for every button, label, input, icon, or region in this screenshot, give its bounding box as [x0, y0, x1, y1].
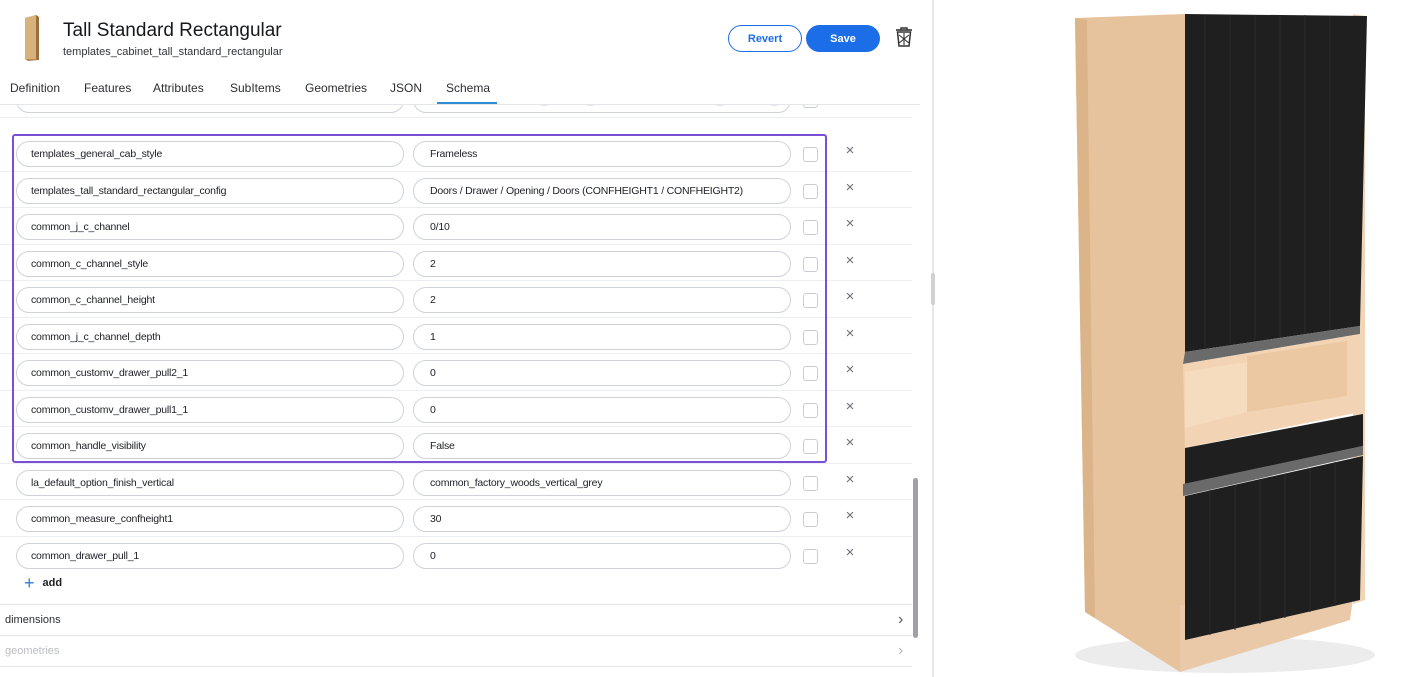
add-button[interactable]: + add: [24, 573, 62, 593]
table-row: common_drawer_pull_1 0 ×: [0, 537, 912, 574]
close-icon[interactable]: ×: [843, 252, 857, 269]
close-icon[interactable]: ×: [843, 471, 857, 488]
tab-bar: Definition Features Attributes SubItems …: [0, 70, 920, 105]
row-checkbox[interactable]: [803, 256, 818, 272]
close-icon[interactable]: ×: [843, 143, 857, 159]
row-checkbox[interactable]: [803, 105, 818, 108]
value-field[interactable]: common_factory_woods_vertical_grey: [413, 469, 791, 496]
revert-button[interactable]: Revert: [728, 25, 802, 52]
value-field[interactable]: @@#CONFIGURATION_SWITCH_CODE#[@@#TEMPLAT…: [413, 105, 791, 113]
table-row: configuration @@#CONFIGURATION_SWITCH_CO…: [0, 105, 912, 118]
save-button[interactable]: Save: [806, 25, 880, 52]
table-row: common_j_c_channel 0/10 ×: [0, 208, 912, 245]
value-field[interactable]: Doors / Drawer / Opening / Doors (CONFHE…: [413, 177, 791, 204]
value-field[interactable]: 0: [413, 542, 791, 569]
key-field[interactable]: templates_tall_standard_rectangular_conf…: [16, 177, 404, 204]
row-checkbox[interactable]: [803, 183, 818, 199]
table-row: la_default_option_finish_vertical common…: [0, 464, 912, 500]
tab-json[interactable]: JSON: [390, 81, 422, 95]
editor-panel: Tall Standard Rectangular templates_cabi…: [0, 0, 932, 677]
table-row: common_customv_drawer_pull1_1 0 ×: [0, 391, 912, 427]
close-icon[interactable]: ×: [843, 435, 857, 451]
tab-subitems[interactable]: SubItems: [230, 81, 281, 95]
close-icon[interactable]: ×: [843, 179, 857, 196]
row-checkbox[interactable]: [803, 439, 818, 454]
key-field[interactable]: common_measure_confheight1: [16, 506, 404, 532]
close-icon[interactable]: ×: [843, 398, 857, 415]
key-field[interactable]: templates_general_cab_style: [16, 141, 404, 167]
close-icon[interactable]: ×: [843, 216, 857, 232]
table-row: common_c_channel_height 2 ×: [0, 281, 912, 318]
value-field[interactable]: 0: [413, 396, 791, 423]
tab-geometries[interactable]: Geometries: [305, 81, 367, 95]
close-icon[interactable]: ×: [843, 544, 857, 561]
section-dimensions[interactable]: dimensions ›: [0, 604, 912, 635]
tab-schema[interactable]: Schema: [446, 81, 490, 95]
page-title: Tall Standard Rectangular: [63, 20, 282, 41]
schema-list: configuration @@#CONFIGURATION_SWITCH_CO…: [0, 105, 920, 677]
row-checkbox[interactable]: [803, 147, 818, 162]
row-checkbox[interactable]: [803, 402, 818, 418]
plus-icon: +: [24, 573, 35, 593]
key-field[interactable]: common_handle_visibility: [16, 433, 404, 459]
row-checkbox[interactable]: [803, 220, 818, 235]
table-row: common_customv_drawer_pull2_1 0 ×: [0, 354, 912, 391]
key-field[interactable]: la_default_option_finish_vertical: [16, 469, 404, 496]
row-checkbox[interactable]: [803, 475, 818, 491]
tab-definition[interactable]: Definition: [10, 81, 60, 95]
value-field[interactable]: 0: [413, 360, 791, 386]
row-checkbox[interactable]: [803, 293, 818, 308]
active-tab-indicator: [437, 102, 497, 104]
header: Tall Standard Rectangular templates_cabi…: [0, 0, 932, 70]
page-subtitle: templates_cabinet_tall_standard_rectangu…: [63, 46, 283, 58]
trash-icon[interactable]: [894, 26, 914, 48]
key-field[interactable]: common_j_c_channel_depth: [16, 323, 404, 350]
table-row: common_measure_confheight1 30 ×: [0, 500, 912, 537]
key-field[interactable]: common_c_channel_height: [16, 287, 404, 313]
section-label: dimensions: [5, 614, 61, 626]
panel-divider: [932, 0, 934, 677]
add-label: add: [42, 577, 63, 589]
close-icon[interactable]: ×: [843, 508, 857, 524]
row-checkbox[interactable]: [803, 366, 818, 381]
table-row: templates_general_cab_style Frameless ×: [0, 135, 912, 172]
key-field[interactable]: common_drawer_pull_1: [16, 542, 404, 569]
cabinet-render: [1075, 14, 1375, 673]
value-field[interactable]: 2: [413, 287, 791, 313]
value-field[interactable]: 0/10: [413, 214, 791, 240]
value-field[interactable]: Frameless: [413, 141, 791, 167]
section-next[interactable]: [0, 666, 912, 677]
value-field[interactable]: 2: [413, 250, 791, 277]
3d-viewer[interactable]: [935, 0, 1409, 677]
key-field[interactable]: common_customv_drawer_pull1_1: [16, 396, 404, 423]
scrollbar[interactable]: [913, 478, 918, 638]
row-checkbox[interactable]: [803, 512, 818, 527]
value-field[interactable]: 1: [413, 323, 791, 350]
value-field[interactable]: 30: [413, 506, 791, 532]
tab-attributes[interactable]: Attributes: [153, 81, 204, 95]
table-row: common_handle_visibility False ×: [0, 427, 912, 464]
close-icon[interactable]: ×: [843, 325, 857, 342]
cabinet-thumbnail: [22, 14, 42, 62]
close-icon[interactable]: ×: [843, 289, 857, 305]
chevron-right-icon: ›: [898, 611, 904, 628]
key-field[interactable]: configuration: [16, 105, 404, 113]
table-row: common_j_c_channel_depth 1 ×: [0, 318, 912, 354]
key-field[interactable]: common_customv_drawer_pull2_1: [16, 360, 404, 386]
key-field[interactable]: common_j_c_channel: [16, 214, 404, 240]
close-icon[interactable]: ×: [843, 362, 857, 378]
tab-features[interactable]: Features: [84, 81, 131, 95]
value-field[interactable]: False: [413, 433, 791, 459]
row-checkbox[interactable]: [803, 548, 818, 564]
row-checkbox[interactable]: [803, 329, 818, 345]
chevron-right-icon: ›: [898, 642, 904, 659]
table-row: common_c_channel_style 2 ×: [0, 245, 912, 281]
table-row: templates_tall_standard_rectangular_conf…: [0, 172, 912, 208]
key-field[interactable]: common_c_channel_style: [16, 250, 404, 277]
section-geometries[interactable]: geometries ›: [0, 635, 912, 666]
section-label: geometries: [5, 645, 60, 657]
